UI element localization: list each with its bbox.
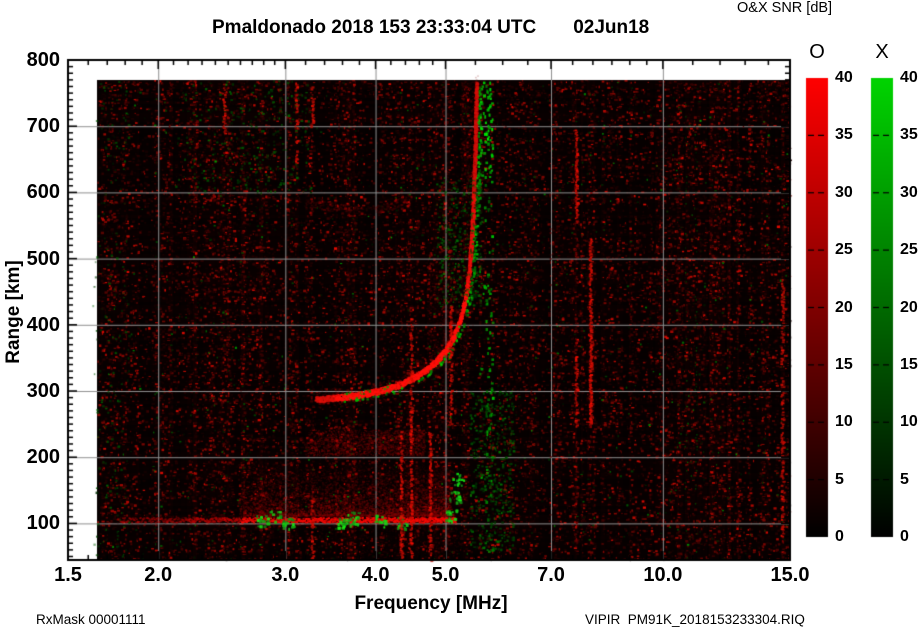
colorbar-x-label: X	[875, 41, 889, 63]
plot-title-date: 02Jun18	[573, 17, 650, 38]
colorbar-o-tick-label: 20	[835, 298, 853, 316]
x-tick-label: 3.0	[271, 564, 300, 586]
colorbar-x-tick-label: 20	[900, 298, 918, 316]
colorbar-o-tick-label: 25	[835, 241, 853, 259]
x-tick-label: 1.5	[54, 564, 82, 586]
colorbar-x-tick-label: 25	[900, 241, 918, 259]
x-tick-label: 5.0	[431, 564, 460, 586]
x-tick-label: 7.0	[537, 564, 565, 586]
y-tick-label: 200	[26, 446, 60, 469]
colorbar-x-tick-label: 30	[900, 183, 918, 201]
colorbar-x-tick-label: 0	[900, 528, 909, 545]
colorbar-x-tick-label: 15	[900, 355, 918, 373]
y-tick-label: 700	[26, 115, 60, 138]
colorbar-title: O&X SNR [dB]	[737, 0, 833, 16]
x-tick-label: 15.0	[770, 564, 810, 586]
x-tick-label: 4.0	[361, 564, 390, 586]
colorbar-o-tick-label: 5	[835, 470, 844, 488]
colorbar-x-tick-label: 35	[900, 126, 918, 144]
colorbar-o-tick-label: 30	[835, 183, 853, 201]
colorbar-x-tick-label: 5	[900, 470, 909, 488]
plot-title-station-time: Pmaldonado 2018 153 23:33:04 UTC	[212, 17, 537, 38]
colorbar-o-tick-label: 0	[835, 528, 844, 545]
y-tick-label: 400	[26, 313, 60, 336]
colorbar-o-label: O	[809, 41, 825, 63]
colorbar-o-tick-label: 40	[835, 69, 853, 86]
plot-title: Pmaldonado 2018 153 23:33:04 UTC 02Jun18	[212, 17, 649, 39]
x-tick-label: 10.0	[643, 564, 683, 586]
ionogram-plot-canvas	[0, 0, 922, 636]
y-tick-label: 800	[26, 49, 60, 71]
y-tick-label: 100	[26, 512, 60, 535]
colorbar-o-tick-label: 10	[835, 413, 853, 431]
x-tick-label: 2.0	[144, 564, 173, 586]
colorbar-o-tick-label: 15	[835, 355, 853, 373]
colorbar-o-tick-label: 35	[835, 126, 853, 144]
x-axis-label: Frequency [MHz]	[354, 593, 508, 614]
colorbar-x-tick-label: 10	[900, 413, 918, 431]
footer-filename: VIPIR PM91K_2018153233304.RIQ	[585, 612, 805, 627]
colorbar-x-tick-label: 40	[900, 69, 918, 86]
y-tick-label: 500	[26, 247, 60, 270]
y-tick-label: 300	[26, 380, 60, 402]
y-tick-label: 600	[26, 181, 60, 204]
footer-rxmask: RxMask 00001111	[36, 612, 146, 627]
ionogram-screen: Pmaldonado 2018 153 23:33:04 UTC 02Jun18…	[0, 0, 922, 636]
